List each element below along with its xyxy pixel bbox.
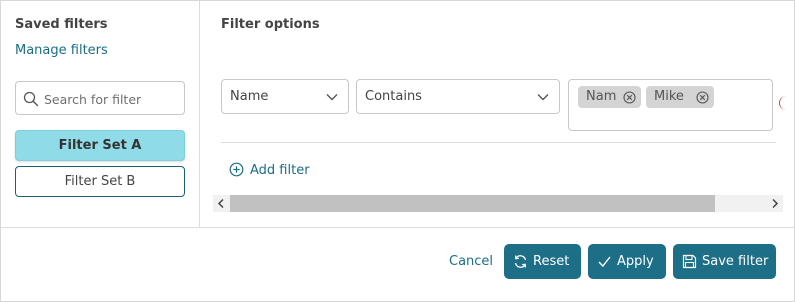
manage-filters-link[interactable]: Manage filters <box>15 43 108 58</box>
filter-set-b-button[interactable]: Filter Set B <box>15 166 185 197</box>
remove-value-icon[interactable] <box>696 91 709 104</box>
chevron-down-icon <box>326 94 338 101</box>
footer-divider <box>1 227 795 228</box>
floppy-disk-icon <box>682 254 697 269</box>
add-filter-label: Add filter <box>250 163 310 178</box>
value-chip-label: Nam <box>586 89 617 104</box>
divider <box>221 142 776 143</box>
filter-options-title: Filter options <box>221 17 320 32</box>
apply-label: Apply <box>617 254 654 269</box>
filter-set-a-button[interactable]: Filter Set A <box>15 130 185 161</box>
field-select-value: Name <box>230 89 269 104</box>
value-chip-label: Mike <box>654 89 684 104</box>
reset-label: Reset <box>533 254 570 269</box>
horizontal-scrollbar[interactable] <box>213 195 783 212</box>
filter-search-input[interactable] <box>44 88 180 110</box>
cancel-button[interactable]: Cancel <box>449 254 493 269</box>
plus-circle-icon <box>229 162 244 177</box>
chevron-down-icon <box>537 94 549 101</box>
operator-select-value: Contains <box>365 89 422 104</box>
refresh-icon <box>514 255 527 268</box>
search-icon <box>23 91 39 107</box>
reset-button[interactable]: Reset <box>504 244 581 279</box>
save-filter-label: Save filter <box>702 254 769 269</box>
apply-button[interactable]: Apply <box>588 244 666 279</box>
values-multiselect[interactable]: Nam Mike <box>568 79 773 131</box>
field-select[interactable]: Name <box>221 79 349 114</box>
remove-row-icon[interactable] <box>779 96 787 110</box>
scroll-left-icon[interactable] <box>216 198 226 209</box>
operator-select[interactable]: Contains <box>356 79 560 114</box>
value-chip: Nam <box>578 86 641 108</box>
value-chip: Mike <box>646 86 714 108</box>
check-icon <box>598 256 611 268</box>
scroll-right-icon[interactable] <box>770 198 780 209</box>
saved-filters-panel: Saved filters Manage filters Filter Set … <box>1 1 200 227</box>
filter-search-box[interactable] <box>15 81 185 115</box>
filter-dialog: Saved filters Manage filters Filter Set … <box>0 0 795 302</box>
scrollbar-thumb[interactable] <box>230 195 715 212</box>
remove-value-icon[interactable] <box>623 91 636 104</box>
save-filter-button[interactable]: Save filter <box>673 244 776 279</box>
saved-filters-title: Saved filters <box>15 17 108 32</box>
